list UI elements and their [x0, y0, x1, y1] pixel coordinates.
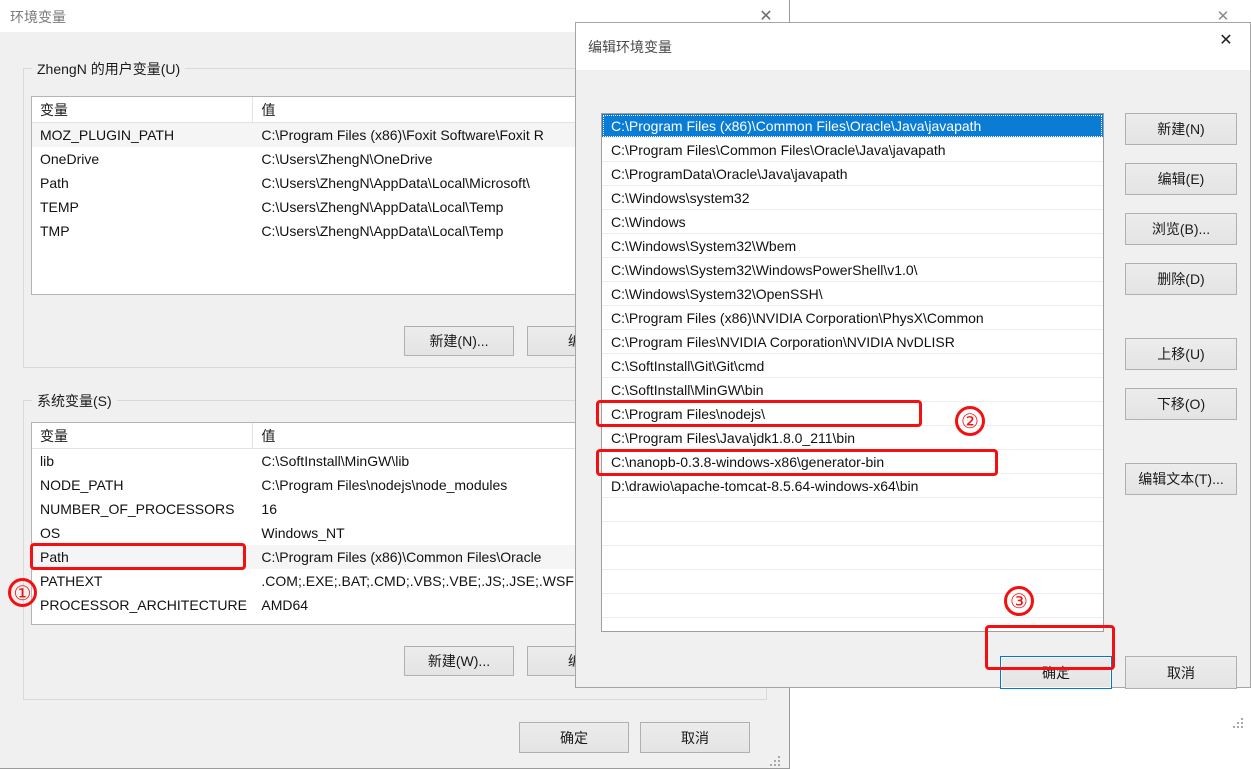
list-item[interactable]: C:\ProgramData\Oracle\Java\javapath — [602, 162, 1103, 186]
move-up-button[interactable]: 上移(U) — [1125, 338, 1237, 370]
column-header-variable[interactable]: 变量 — [32, 423, 254, 448]
list-item[interactable]: C:\SoftInstall\Git\Git\cmd — [602, 354, 1103, 378]
list-item[interactable]: C:\Windows — [602, 210, 1103, 234]
cell-variable: Path — [40, 175, 69, 191]
list-item[interactable]: C:\Program Files (x86)\NVIDIA Corporatio… — [602, 306, 1103, 330]
list-item[interactable]: C:\Program Files\nodejs\ — [602, 402, 1103, 426]
user-new-button[interactable]: 新建(N)... — [404, 326, 514, 356]
move-down-button[interactable]: 下移(O) — [1125, 388, 1237, 420]
edit-ok-button[interactable]: 确定 — [1000, 656, 1112, 689]
list-item[interactable]: C:\Windows\system32 — [602, 186, 1103, 210]
list-item[interactable] — [602, 498, 1103, 522]
browse-button[interactable]: 浏览(B)... — [1125, 213, 1237, 245]
edit-dialog-body: C:\Program Files (x86)\Common Files\Orac… — [576, 70, 1250, 728]
new-button[interactable]: 新建(N) — [1125, 113, 1237, 145]
user-variables-legend: ZhengN 的用户变量(U) — [32, 59, 186, 79]
cell-variable: OS — [40, 525, 61, 541]
list-item-tomcat[interactable]: D:\drawio\apache-tomcat-8.5.64-windows-x… — [602, 474, 1103, 498]
main-ok-button[interactable]: 确定 — [519, 722, 629, 753]
cell-variable: NUMBER_OF_PROCESSORS — [40, 501, 235, 517]
main-dialog-title: 环境变量 — [10, 9, 66, 25]
list-item[interactable] — [602, 594, 1103, 618]
cell-variable: TMP — [40, 223, 70, 239]
resize-grip[interactable] — [770, 756, 782, 768]
cell-variable: lib — [40, 453, 55, 469]
system-new-button[interactable]: 新建(W)... — [404, 646, 514, 676]
edit-button[interactable]: 编辑(E) — [1125, 163, 1237, 195]
edit-text-button[interactable]: 编辑文本(T)... — [1125, 463, 1237, 495]
cell-variable: PROCESSOR_IDENTIFIER — [32, 621, 253, 624]
edit-dialog-title: 编辑环境变量 — [588, 39, 672, 55]
delete-button[interactable]: 删除(D) — [1125, 263, 1237, 295]
path-entries-listbox[interactable]: C:\Program Files (x86)\Common Files\Orac… — [601, 113, 1104, 632]
list-item[interactable]: C:\Windows\System32\Wbem — [602, 234, 1103, 258]
cell-variable: Path — [40, 549, 69, 565]
column-header-variable[interactable]: 变量 — [32, 97, 254, 122]
close-icon[interactable]: ✕ — [1203, 24, 1249, 54]
list-item[interactable]: C:\Program Files\NVIDIA Corporation\NVID… — [602, 330, 1103, 354]
list-item[interactable]: C:\SoftInstall\MinGW\bin — [602, 378, 1103, 402]
screenshot-root: ✕ 环境变量 ✕ ZhengN 的用户变量(U) 变量 值 MOZ_PLUGIN… — [0, 0, 1251, 769]
cell-variable: OneDrive — [40, 151, 100, 167]
cell-variable: NODE_PATH — [40, 477, 124, 493]
list-item[interactable]: C:\nanopb-0.3.8-windows-x86\generator-bi… — [602, 450, 1103, 474]
list-item[interactable]: C:\Windows\System32\WindowsPowerShell\v1… — [602, 258, 1103, 282]
system-variables-legend: 系统变量(S) — [32, 391, 117, 411]
list-item[interactable]: C:\Windows\System32\OpenSSH\ — [602, 282, 1103, 306]
cell-variable: PATHEXT — [40, 573, 103, 589]
resize-grip[interactable] — [1233, 718, 1245, 730]
list-item[interactable] — [602, 546, 1103, 570]
edit-cancel-button[interactable]: 取消 — [1125, 656, 1237, 689]
list-item[interactable] — [602, 570, 1103, 594]
main-cancel-button[interactable]: 取消 — [640, 722, 750, 753]
cell-variable: PROCESSOR_ARCHITECTURE — [40, 597, 247, 613]
cell-variable: MOZ_PLUGIN_PATH — [40, 127, 175, 143]
list-item[interactable]: C:\Program Files\Common Files\Oracle\Jav… — [602, 138, 1103, 162]
list-item[interactable] — [602, 522, 1103, 546]
edit-environment-variable-dialog: 编辑环境变量 ✕ C:\Program Files (x86)\Common F… — [575, 22, 1251, 728]
list-item[interactable]: C:\Program Files (x86)\Common Files\Orac… — [602, 114, 1103, 138]
list-item-jdk[interactable]: C:\Program Files\Java\jdk1.8.0_211\bin — [602, 426, 1103, 450]
edit-dialog-titlebar: 编辑环境变量 ✕ — [576, 23, 1250, 70]
cell-variable: TEMP — [40, 199, 79, 215]
